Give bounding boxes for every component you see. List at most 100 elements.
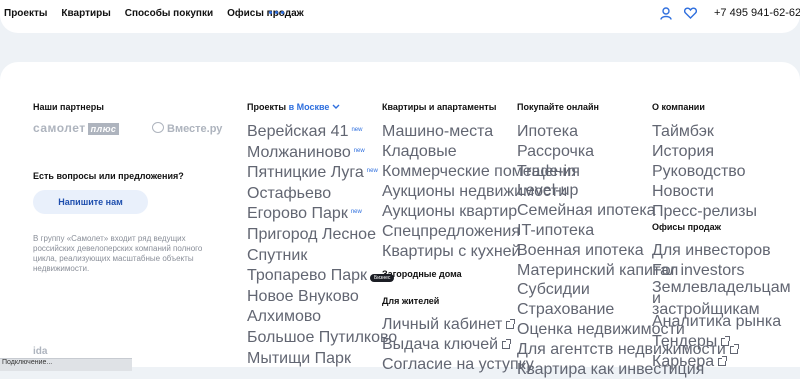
samolet-plus-logo[interactable]: самолет плюс — [33, 121, 120, 135]
apartments-link[interactable]: Квартиры с кухней — [382, 243, 521, 261]
residents-link[interactable]: Личный кабинет — [382, 316, 516, 334]
nav-buy-methods[interactable]: Способы покупки — [125, 8, 213, 19]
vmeste-logo[interactable]: Вместе.ру — [152, 121, 222, 135]
write-us-button[interactable]: Напишите нам — [33, 190, 148, 214]
external-link-icon — [502, 339, 512, 349]
apartments-link[interactable]: Аукционы квартир — [382, 203, 517, 221]
company-link[interactable]: Карьера — [652, 353, 728, 371]
link-label: Субсидии — [517, 281, 590, 299]
residents-title: Для жителей — [382, 296, 440, 306]
link-label: Кладовые — [382, 143, 457, 160]
logo-plus-text: плюс — [87, 123, 120, 135]
link-label: Машино-места — [382, 123, 494, 140]
link-label: Квартиры с кухней — [382, 243, 521, 260]
link-label: Спутник — [247, 246, 308, 264]
new-badge: new — [351, 127, 363, 133]
link-label: Рассрочка — [517, 142, 595, 160]
project-link[interactable]: Большое Путилково — [247, 329, 397, 347]
buy-online-link[interactable]: Субсидии — [517, 281, 590, 299]
link-label: IT-ипотека — [517, 222, 595, 239]
link-label: Новое Внуково — [247, 287, 359, 305]
offices-link[interactable]: Офисы продаж — [652, 222, 721, 232]
project-link[interactable]: Егорово Парк new — [247, 205, 362, 223]
projects-city-selector[interactable]: Проекты в Москве — [247, 102, 340, 112]
about-group-text: В группу «Самолет» входит ряд ведущих ро… — [33, 234, 203, 273]
ida-logo: ida — [33, 346, 48, 357]
buy-online-link[interactable]: Военная ипотека — [517, 242, 644, 260]
link-label: Мытищи Парк — [247, 349, 351, 367]
nav-apartments[interactable]: Квартиры — [61, 8, 110, 19]
project-link[interactable]: Верейская 41 new — [247, 123, 362, 141]
company-title: О компании — [652, 102, 705, 112]
buy-online-link[interactable]: Level-up — [517, 182, 578, 200]
project-link[interactable]: Мытищи Парк — [247, 350, 351, 368]
nav-sales-offices[interactable]: Офисы продаж — [227, 8, 304, 19]
residents-link[interactable]: Согласие на уступку — [382, 356, 534, 374]
company-link[interactable]: Для инвесторов — [652, 242, 771, 260]
buy-online-link[interactable]: Страхование — [517, 301, 614, 319]
link-label: Новости — [652, 183, 714, 200]
buy-online-link[interactable]: IT-ипотека — [517, 222, 594, 240]
buy-online-link[interactable]: Семейная ипотека — [517, 202, 656, 220]
company-link[interactable]: История — [652, 143, 714, 161]
residents-link[interactable]: Выдача ключей — [382, 336, 512, 354]
apartments-link[interactable]: Спецпредложения — [382, 223, 520, 241]
company-link[interactable]: Тендеры — [652, 333, 731, 351]
link-label: Trade-in — [517, 162, 576, 180]
apartments-link[interactable]: Машино-места — [382, 123, 493, 141]
external-link-icon — [718, 356, 728, 366]
link-label: Пригород Лесное — [247, 226, 376, 243]
status-bar: Подключение... — [0, 358, 132, 371]
link-label: Страхование — [517, 301, 615, 319]
class-badge: Бизнес — [370, 274, 395, 283]
external-link-icon — [506, 319, 516, 329]
project-link[interactable]: Новое Внуково — [247, 288, 359, 306]
link-label: Аналитика рынка — [652, 313, 782, 330]
link-label: Руководство — [652, 163, 746, 180]
company-link[interactable]: Новости — [652, 183, 714, 201]
phone-number[interactable]: +7 495 941-62-62 — [714, 7, 800, 19]
main-nav: Проекты Квартиры Способы покупки Офисы п… — [4, 8, 304, 19]
project-link[interactable]: Спутник — [247, 247, 307, 265]
new-badge: new — [353, 147, 365, 154]
link-label: Ипотека — [517, 123, 579, 140]
company-link[interactable]: Таймбэк — [652, 123, 714, 141]
buy-online-link[interactable]: Рассрочка — [517, 143, 594, 161]
new-badge: new — [366, 168, 378, 175]
company-link[interactable]: Пресс-релизы — [652, 203, 757, 221]
link-label: Большое Путилково — [247, 329, 398, 346]
link-label: История — [652, 143, 715, 160]
project-link[interactable]: Остафьево — [247, 185, 331, 203]
link-label: Аукционы квартир — [382, 203, 518, 220]
buy-online-link[interactable]: Trade-in — [517, 163, 576, 181]
link-label: Остафьево — [247, 184, 332, 202]
link-label: Level-up — [517, 182, 579, 200]
more-dots-icon[interactable] — [269, 11, 284, 14]
apartments-title: Квартиры и апартаменты — [382, 102, 497, 112]
project-link[interactable]: Молжаниново new — [247, 144, 365, 162]
company-link[interactable]: Руководство — [652, 163, 746, 181]
user-icon[interactable] — [660, 7, 672, 20]
heart-icon[interactable] — [684, 7, 697, 19]
link-label: Военная ипотека — [517, 241, 644, 259]
project-link[interactable]: Тропарево Парк Бизнес — [247, 267, 395, 285]
company-link[interactable]: Землевладельцам и застройщикам — [652, 280, 791, 318]
company-link[interactable]: Аналитика рынка — [652, 313, 781, 331]
link-label: Для инвесторов — [652, 242, 771, 259]
company-link[interactable]: For investors — [652, 262, 744, 280]
link-label: Молжаниново — [247, 143, 351, 161]
link-label: Личный кабинет — [382, 316, 503, 333]
logo-text: самолет — [33, 121, 86, 135]
project-link[interactable]: Пригород Лесное — [247, 226, 376, 244]
link-label: Пресс-релизы — [652, 203, 757, 220]
nav-projects[interactable]: Проекты — [4, 8, 47, 19]
chevron-down-icon — [332, 104, 340, 109]
apartments-link[interactable]: Кладовые — [382, 143, 457, 161]
project-link[interactable]: Пятницкие Луга new — [247, 164, 378, 182]
logo-text: Вместе.ру — [167, 123, 223, 135]
external-link-icon — [729, 343, 739, 354]
buy-online-column: Покупайте онлайн — [517, 102, 599, 112]
buy-online-link[interactable]: Ипотека — [517, 123, 578, 141]
link-label: Тропарево Парк — [247, 267, 367, 285]
project-link[interactable]: Алхимово — [247, 308, 321, 326]
